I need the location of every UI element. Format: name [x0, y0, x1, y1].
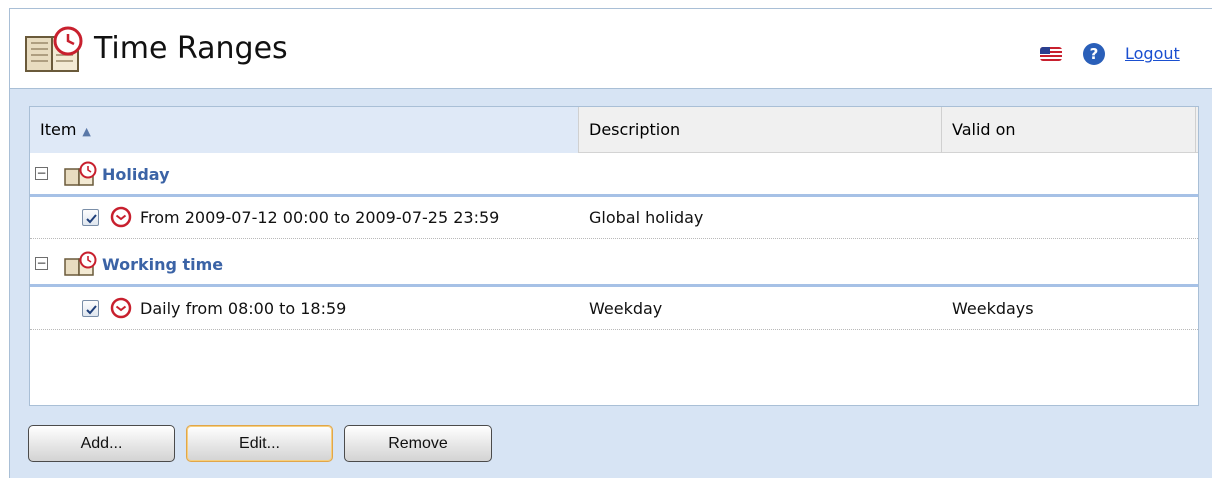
cell-description: Global holiday [589, 208, 704, 227]
table-row[interactable]: Daily from 08:00 to 18:59 Weekday Weekda… [30, 288, 1198, 330]
remove-button[interactable]: Remove [344, 425, 492, 462]
column-header-item[interactable]: Item ▲ [30, 107, 579, 153]
collapse-icon[interactable]: − [35, 167, 48, 180]
group-row-working-time: − Working time [30, 243, 1198, 287]
group-label[interactable]: Working time [102, 253, 223, 277]
add-button[interactable]: Add... [28, 425, 175, 462]
edit-button[interactable]: Edit... [186, 425, 333, 462]
cell-description: Weekday [589, 299, 663, 318]
us-flag-icon[interactable] [1040, 47, 1062, 61]
clock-icon [110, 297, 132, 319]
collapse-icon[interactable]: − [35, 257, 48, 270]
time-ranges-grid: Item ▲ Description Valid on − Holiday Fr… [29, 106, 1199, 406]
group-label[interactable]: Holiday [102, 163, 170, 187]
group-row-holiday: − Holiday [30, 153, 1198, 197]
table-row[interactable]: From 2009-07-12 00:00 to 2009-07-25 23:5… [30, 197, 1198, 239]
clock-icon [110, 206, 132, 228]
cell-valid-on: Weekdays [952, 299, 1034, 318]
logout-link[interactable]: Logout [1125, 44, 1180, 64]
enabled-checkbox[interactable] [82, 209, 99, 226]
column-header-description[interactable]: Description [579, 107, 942, 153]
enabled-checkbox[interactable] [82, 300, 99, 317]
cell-item: Daily from 08:00 to 18:59 [30, 288, 579, 330]
grid-header: Item ▲ Description Valid on [30, 107, 1198, 153]
sort-ascending-icon: ▲ [82, 125, 91, 138]
book-clock-icon [64, 161, 97, 186]
row-item-text: From 2009-07-12 00:00 to 2009-07-25 23:5… [140, 208, 500, 227]
column-header-item-label: Item [40, 120, 77, 139]
help-icon[interactable]: ? [1083, 43, 1105, 65]
page-title: Time Ranges [94, 31, 288, 66]
column-header-valid-on[interactable]: Valid on [942, 107, 1196, 153]
row-item-text: Daily from 08:00 to 18:59 [140, 299, 347, 318]
page-header: Time Ranges ? Logout [10, 9, 1212, 89]
cell-item: From 2009-07-12 00:00 to 2009-07-25 23:5… [30, 197, 579, 239]
book-clock-icon [64, 251, 97, 276]
book-clock-icon [25, 26, 83, 72]
app-frame: Time Ranges ? Logout Item ▲ Description V… [9, 8, 1212, 478]
